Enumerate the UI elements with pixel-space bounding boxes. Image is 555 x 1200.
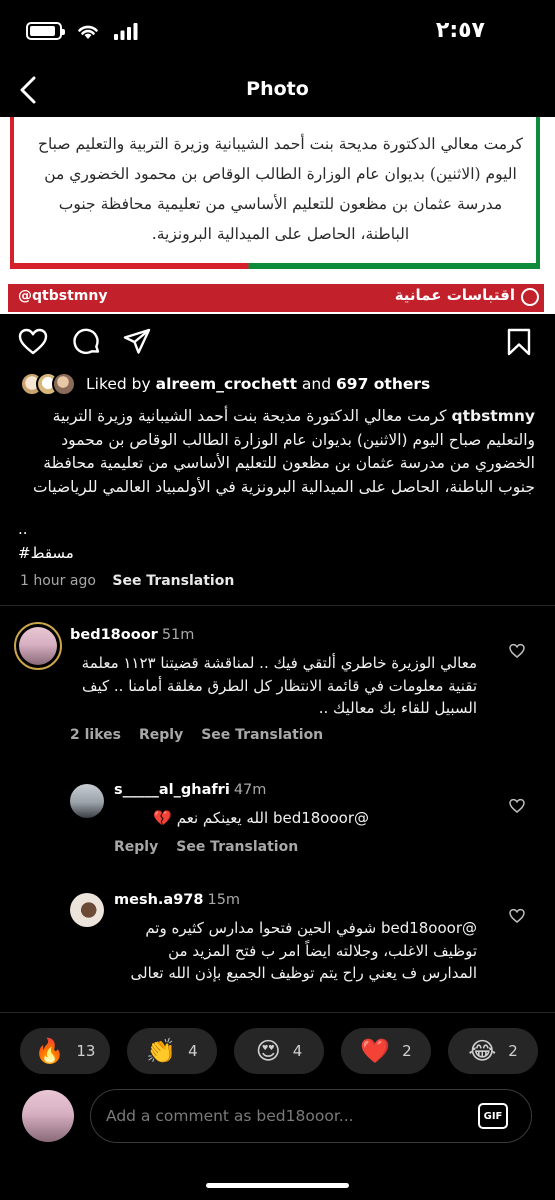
battery-level [30,26,55,36]
avatar[interactable] [70,784,104,818]
gif-button[interactable]: GIF [478,1103,508,1129]
status-icons [26,22,138,40]
divider [0,1012,555,1013]
reaction-red-heart[interactable]: ❤️ 2 [341,1028,431,1074]
caption-username[interactable]: qtbstmny [451,407,535,425]
see-translation-button[interactable]: See Translation [112,573,234,589]
wifi-icon [78,25,98,39]
clap-icon: 👏 [146,1037,177,1065]
heart-icon[interactable] [509,798,525,814]
comment-time: 47m [233,782,267,798]
see-translation-button[interactable]: See Translation [176,839,298,855]
image-text: كرمت معالي الدكتورة مديحة بنت أحمد الشيب… [37,135,524,243]
signal-icon [114,23,138,40]
avatar[interactable] [22,1090,74,1142]
reaction-clap[interactable]: 👏 4 [127,1028,217,1074]
home-indicator[interactable] [206,1183,349,1188]
comment-text: معالي الوزيرة خاطري ألتقي فيك .. لمناقشة… [81,654,477,717]
comment-icon[interactable] [72,327,102,357]
reaction-count: 4 [292,1042,303,1060]
comment-user[interactable]: mesh.a978 [114,892,203,908]
quick-reactions: 🔥 13 👏 4 😍 4 ❤️ 2 😂 2 [0,1022,555,1082]
caption-hashtag[interactable]: #مسقط [18,544,74,562]
image-brand: اقتباسات عمانية [394,286,515,304]
battery-icon [26,22,65,40]
reply-button[interactable]: Reply [114,839,158,855]
likes-count[interactable]: 697 others [336,375,430,393]
image-frame-bottom [10,263,540,269]
post-caption: qtbstmny كرمت معالي الدكتورة مديحة بنت أ… [18,405,535,499]
post-image[interactable]: كرمت معالي الدكتورة مديحة بنت أحمد الشيب… [0,117,555,314]
divider [0,605,555,606]
brand-logo [521,288,539,306]
heart-icon[interactable] [18,327,48,357]
likes-prefix: Liked by [86,375,156,393]
comment-username[interactable]: s_____al_ghafri 47m [114,782,266,798]
liker-avatars[interactable] [20,372,80,398]
bookmark-icon[interactable] [504,327,534,357]
see-translation-button[interactable]: See Translation [201,727,323,743]
reaction-laugh[interactable]: 😂 2 [448,1028,538,1074]
post-time: 1 hour ago [20,573,96,589]
heart-icon[interactable] [509,908,525,924]
comment-likes[interactable]: 2 likes [70,727,121,743]
heart-eyes-icon: 😍 [255,1037,281,1065]
likes-middle: and [297,375,337,393]
reaction-count: 4 [188,1042,198,1060]
reaction-heart-eyes[interactable]: 😍 4 [234,1028,324,1074]
fire-icon: 🔥 [34,1037,65,1065]
comment-time: 51m [161,627,195,643]
reply-button[interactable]: Reply [139,727,183,743]
caption-dots: .. [18,520,28,538]
comment-user[interactable]: bed18ooor [70,627,158,643]
reaction-fire[interactable]: 🔥 13 [20,1028,110,1074]
laugh-icon: 😂 [468,1037,497,1065]
comment-user[interactable]: s_____al_ghafri [114,782,230,798]
comment-time: 15m [207,892,241,908]
reaction-count: 13 [76,1042,96,1060]
reaction-count: 2 [508,1042,518,1060]
avatar[interactable] [70,893,104,927]
page-title: Photo [246,78,309,100]
heart-icon[interactable] [509,643,525,659]
comment-text: @bed18ooor الله يعينكم نعم 💔 [153,809,369,827]
comment-text: @bed18ooor شوفي الحين فتحوا مدارس كثيره … [130,919,477,982]
avatar[interactable] [14,622,62,670]
liker-username[interactable]: alreem_crochett [156,375,297,393]
avatar-image [19,627,57,665]
comment-username[interactable]: mesh.a978 15m [114,892,240,908]
comment-actions: Reply See Translation [114,839,316,855]
post-meta: 1 hour ago See Translation [20,573,234,589]
image-handle: @qtbstmny [18,288,108,304]
comment-username[interactable]: bed18ooor 51m [70,627,194,643]
status-time: ٢:٥٧ [435,18,485,43]
red-heart-icon: ❤️ [360,1037,391,1065]
comment-input-placeholder[interactable]: Add a comment as bed18ooor... [106,1107,354,1125]
comment-actions: 2 likes Reply See Translation [70,727,341,743]
share-icon[interactable] [122,327,152,357]
liker-avatar [52,372,76,396]
likes-summary[interactable]: Liked by alreem_crochett and 697 others [86,375,430,393]
reaction-count: 2 [402,1042,412,1060]
